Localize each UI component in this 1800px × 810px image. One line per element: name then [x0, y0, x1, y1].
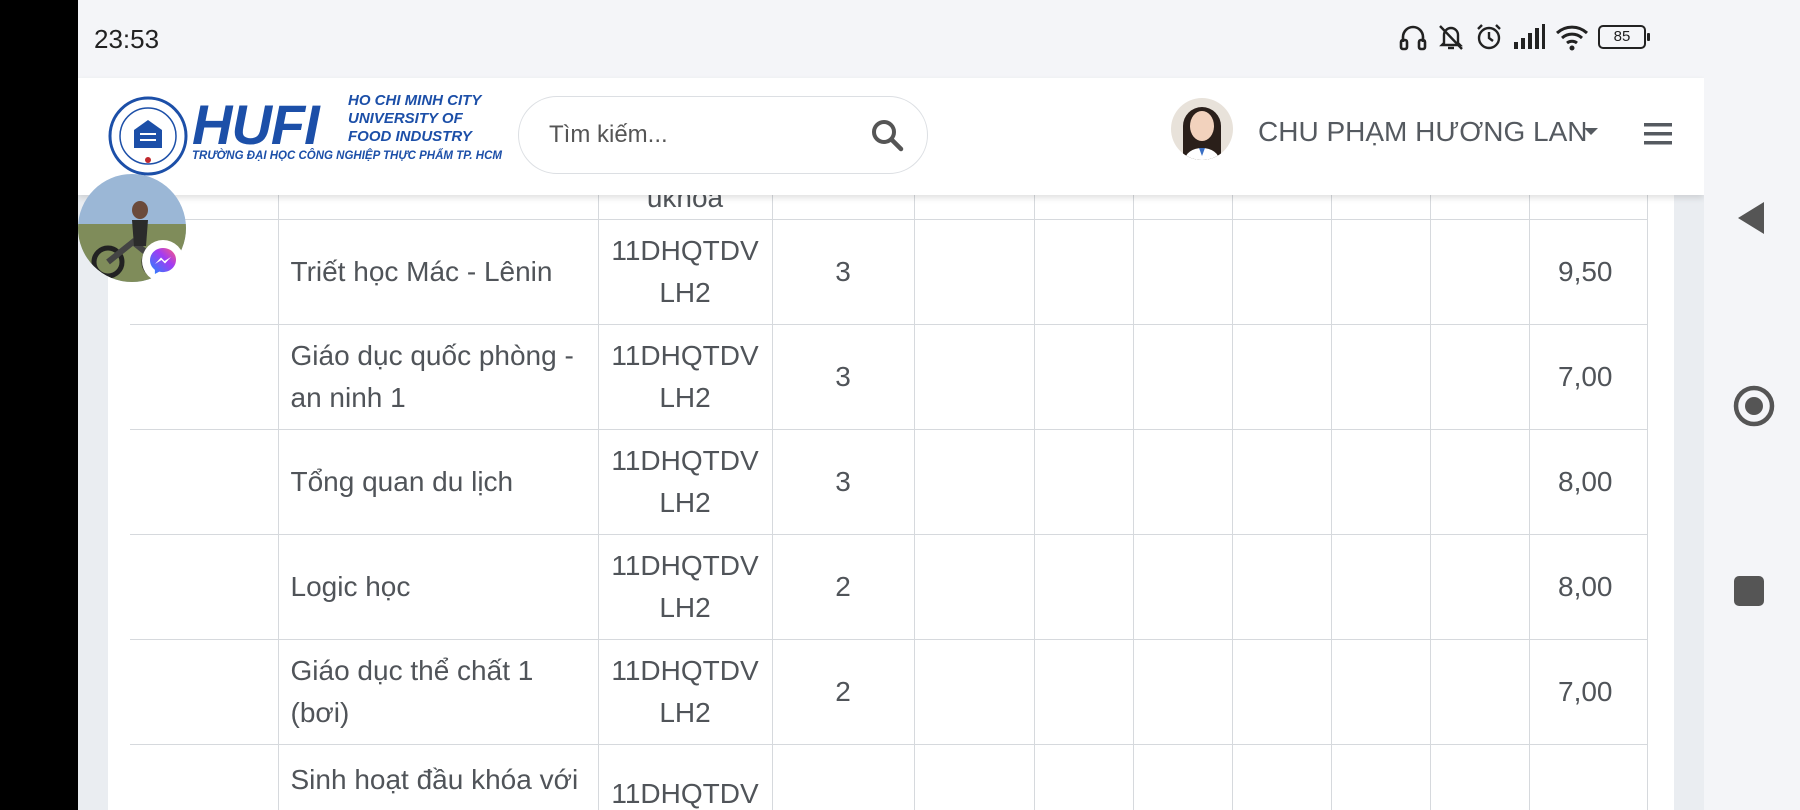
- avatar[interactable]: [1171, 98, 1233, 160]
- menu-icon[interactable]: [1644, 122, 1672, 146]
- class-cell: 11DHQTDV LH2: [597, 534, 773, 640]
- subject-cell: Triết học Mác - Lênin: [277, 219, 599, 325]
- grades-table: ukhoá Triết học Mác - Lênin 11DHQTDV LH2 …: [130, 159, 1648, 810]
- logo-line1: HO CHI MINH CITY: [348, 92, 482, 109]
- score-cell: 8,00: [1528, 534, 1648, 640]
- subject-cell: Sinh hoạt đầu khóa với: [277, 744, 599, 810]
- credits-cell: 3: [771, 429, 915, 535]
- table-row: Giáo dục quốc phòng - an ninh 1 11DHQTDV…: [130, 324, 1648, 430]
- status-icons: 85: [1398, 22, 1650, 52]
- back-icon[interactable]: [1732, 198, 1772, 238]
- table-row: Tổng quan du lịch 11DHQTDV LH2 3 8,00: [130, 429, 1648, 535]
- phone-screen: 23:53 85 HUFI HO CHI MINH CITY UNIVERSIT…: [78, 0, 1704, 810]
- class-cell: 11DHQTDV LH2: [597, 639, 773, 745]
- bell-muted-icon: [1439, 25, 1463, 50]
- logo-line3: FOOD INDUSTRY: [348, 128, 472, 145]
- subject-cell: Giáo dục quốc phòng - an ninh 1: [277, 324, 599, 430]
- chevron-down-icon[interactable]: [1584, 128, 1598, 135]
- headphones-icon: [1399, 25, 1427, 51]
- logo-brand: HUFI: [192, 93, 320, 156]
- battery-icon: 85: [1598, 25, 1650, 49]
- android-nav-bar: [1704, 0, 1800, 810]
- credits-cell: 2: [771, 639, 915, 745]
- logo-line2: UNIVERSITY OF: [348, 110, 463, 127]
- search-box[interactable]: [518, 96, 928, 174]
- hufi-logo[interactable]: HUFI HO CHI MINH CITY UNIVERSITY OF FOOD…: [108, 88, 502, 178]
- credits-cell: 3: [771, 324, 915, 430]
- status-bar: 23:53 85: [78, 0, 1704, 78]
- subject-cell: Tổng quan du lịch: [277, 429, 599, 535]
- status-clock: 23:53: [94, 24, 160, 54]
- table-row: Giáo dục thể chất 1 (bơi) 11DHQTDV LH2 2 …: [130, 639, 1648, 745]
- search-input[interactable]: [549, 117, 849, 153]
- logo-subtitle: TRƯỜNG ĐẠI HỌC CÔNG NGHIỆP THỰC PHẨM TP.…: [192, 150, 502, 162]
- class-cell: 11DHQTDV LH2: [597, 429, 773, 535]
- signal-icon: [1514, 24, 1545, 49]
- table-row: Sinh hoạt đầu khóa với 11DHQTDV: [130, 744, 1648, 810]
- score-cell: 8,00: [1528, 429, 1648, 535]
- class-cell: 11DHQTDV: [597, 744, 773, 810]
- site-header: HUFI HO CHI MINH CITY UNIVERSITY OF FOOD…: [78, 78, 1704, 195]
- score-cell: 7,00: [1528, 639, 1648, 745]
- class-cell: 11DHQTDV LH2: [597, 219, 773, 325]
- score-cell: 9,50: [1528, 219, 1648, 325]
- recents-icon[interactable]: [1732, 574, 1766, 608]
- subject-cell: Logic học: [277, 534, 599, 640]
- credits-cell: [771, 744, 915, 810]
- score-cell: [1528, 744, 1648, 810]
- messenger-icon[interactable]: [142, 240, 184, 282]
- subject-cell: Giáo dục thể chất 1 (bơi): [277, 639, 599, 745]
- table-row: Logic học 11DHQTDV LH2 2 8,00: [130, 534, 1648, 640]
- alarm-icon: [1477, 24, 1501, 50]
- search-icon[interactable]: [869, 117, 905, 153]
- class-cell: 11DHQTDV LH2: [597, 324, 773, 430]
- user-name[interactable]: CHU PHẠM HƯƠNG LAN: [1258, 116, 1588, 148]
- credits-cell: 3: [771, 219, 915, 325]
- score-cell: 7,00: [1528, 324, 1648, 430]
- wifi-icon: [1555, 25, 1589, 51]
- credits-cell: 2: [771, 534, 915, 640]
- table-row: Triết học Mác - Lênin 11DHQTDV LH2 3 9,50: [130, 219, 1648, 325]
- home-icon[interactable]: [1732, 384, 1776, 428]
